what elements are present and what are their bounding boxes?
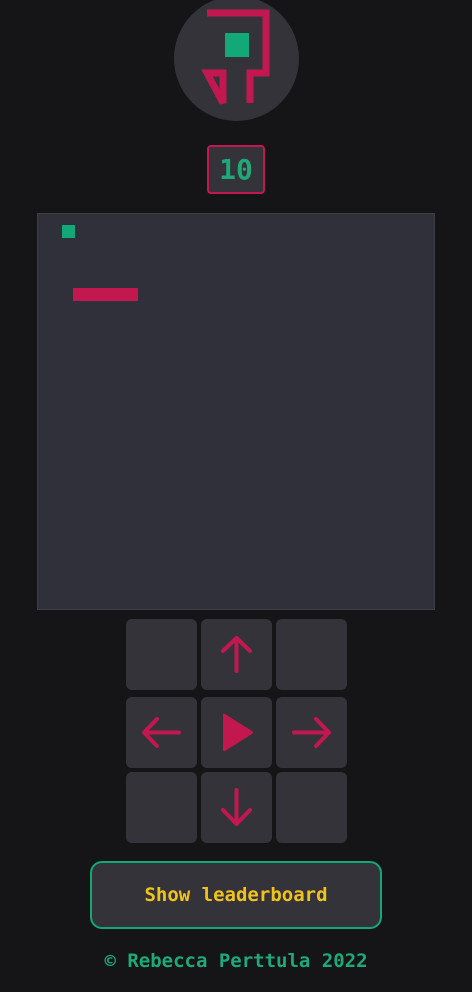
arrow-left-icon <box>142 717 181 748</box>
blank-pad-bottom-right <box>276 772 347 843</box>
footer-copyright: © Rebecca Perttula 2022 <box>104 950 368 972</box>
game-board <box>37 213 435 610</box>
snake-body <box>73 288 138 301</box>
right-button[interactable] <box>276 697 347 768</box>
arrow-down-icon <box>221 788 252 826</box>
left-button[interactable] <box>126 697 197 768</box>
play-icon <box>223 713 253 752</box>
arrow-right-icon <box>292 717 331 748</box>
up-button[interactable] <box>201 619 272 690</box>
show-leaderboard-button[interactable]: Show leaderboard <box>90 861 382 929</box>
play-button[interactable] <box>201 697 272 768</box>
arrow-up-icon <box>221 636 252 673</box>
food-square-icon <box>62 225 75 238</box>
blank-pad-top-right <box>276 619 347 690</box>
snake-logo-icon <box>201 9 270 105</box>
score-display: 10 <box>207 145 265 194</box>
app-logo <box>174 0 299 121</box>
blank-pad-bottom-left <box>126 772 197 843</box>
blank-pad-top-left <box>126 619 197 690</box>
down-button[interactable] <box>201 772 272 843</box>
